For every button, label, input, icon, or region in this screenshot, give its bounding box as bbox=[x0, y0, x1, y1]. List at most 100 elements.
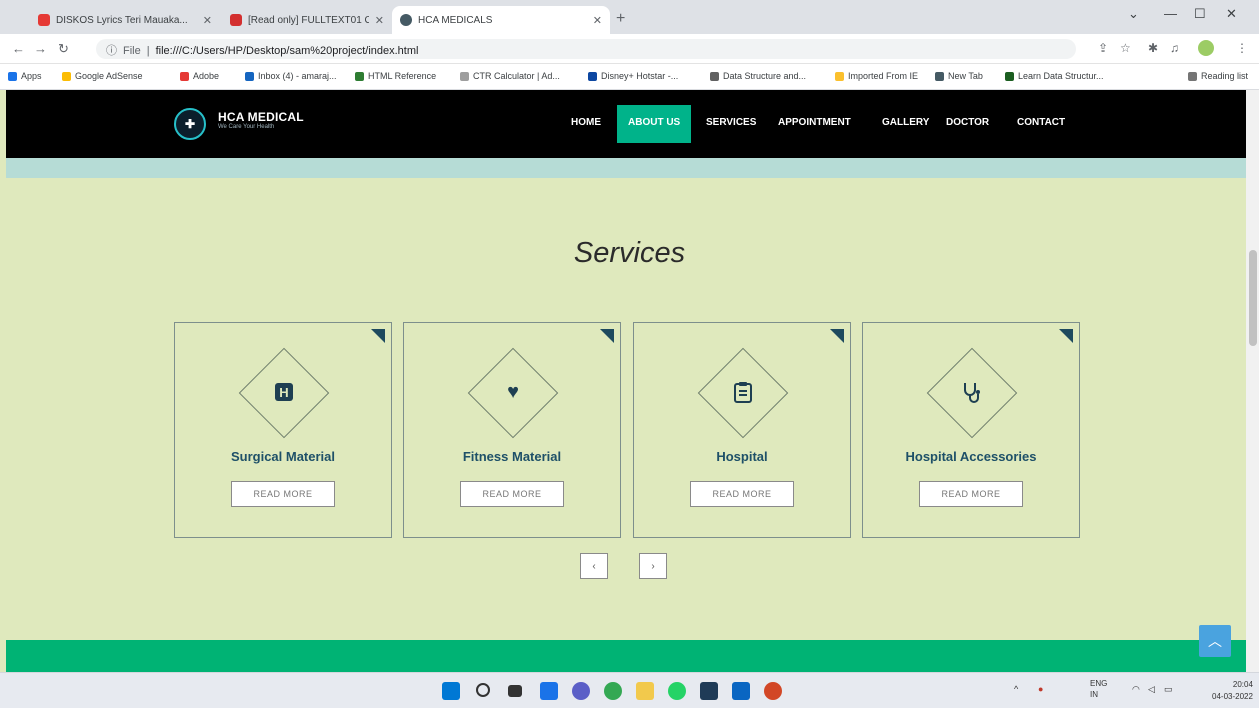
bookmark-icon bbox=[62, 71, 71, 81]
hospital-h-icon: H bbox=[269, 375, 299, 409]
service-title: Fitness Material bbox=[462, 449, 562, 464]
reload-button[interactable]: ↻ bbox=[58, 41, 69, 57]
info-icon: ⓘ bbox=[106, 45, 117, 57]
nav-services[interactable]: SERVICES bbox=[706, 117, 756, 128]
widgets-icon[interactable] bbox=[540, 682, 558, 700]
window-close-button[interactable]: ✕ bbox=[1226, 6, 1237, 22]
site-navbar: ✚ HCA MEDICAL We Care Your Health HOME A… bbox=[6, 90, 1246, 158]
taskbar-clock[interactable]: 20:04 04-03-2022 bbox=[1212, 679, 1253, 703]
powerpoint-icon[interactable] bbox=[764, 682, 782, 700]
heart-icon: ♥ bbox=[507, 380, 519, 403]
url-prefix: File bbox=[123, 45, 141, 57]
read-more-button[interactable]: READ MORE bbox=[460, 481, 564, 507]
section-title: Services bbox=[573, 237, 686, 269]
task-view-icon[interactable] bbox=[508, 685, 522, 697]
volume-icon[interactable]: ◁ bbox=[1148, 684, 1155, 695]
nav-contact[interactable]: CONTACT bbox=[1017, 117, 1065, 128]
close-icon[interactable]: ✕ bbox=[203, 14, 212, 27]
read-more-button[interactable]: READ MORE bbox=[690, 481, 794, 507]
bookmark[interactable]: Adobe bbox=[180, 71, 219, 81]
browser-tab[interactable]: [Read only] FULLTEXT01 Cooper... ✕ bbox=[222, 6, 392, 34]
bookmark[interactable]: Disney+ Hotstar -... bbox=[588, 71, 678, 81]
bookmark-icon bbox=[460, 71, 469, 81]
star-icon[interactable]: ☆ bbox=[1120, 41, 1131, 55]
scrollbar-track[interactable] bbox=[1246, 90, 1259, 672]
file-explorer-icon[interactable] bbox=[636, 682, 654, 700]
service-title: Hospital bbox=[716, 449, 768, 464]
maximize-button[interactable]: ☐ bbox=[1194, 6, 1206, 22]
clock-time: 20:04 bbox=[1232, 680, 1253, 689]
start-icon[interactable] bbox=[442, 682, 460, 700]
read-more-button[interactable]: READ MORE bbox=[919, 481, 1023, 507]
battery-icon[interactable]: ▭ bbox=[1164, 684, 1173, 695]
bookmark[interactable]: New Tab bbox=[935, 71, 983, 81]
service-title: Surgical Material bbox=[230, 449, 336, 464]
logo-icon[interactable]: ✚ bbox=[174, 108, 206, 140]
nav-home[interactable]: HOME bbox=[571, 117, 601, 128]
url-input[interactable]: ⓘ File | file:///C:/Users/HP/Desktop/sam%20… bbox=[96, 39, 1076, 59]
bookmark[interactable]: HTML Reference bbox=[355, 71, 436, 81]
chrome-icon[interactable] bbox=[604, 682, 622, 700]
tab-title: [Read only] FULLTEXT01 Cooper... bbox=[248, 14, 369, 26]
tab-search-icon[interactable]: ⌄ bbox=[1128, 6, 1139, 22]
chat-icon[interactable] bbox=[572, 682, 590, 700]
carousel-prev-button[interactable]: ‹ bbox=[580, 553, 608, 579]
bookmark[interactable]: Google AdSense bbox=[62, 71, 143, 81]
language-indicator[interactable]: ENG IN bbox=[1090, 678, 1107, 700]
bookmark[interactable]: Apps bbox=[8, 71, 42, 81]
read-more-button[interactable]: READ MORE bbox=[231, 481, 335, 507]
nav-gallery[interactable]: GALLERY bbox=[882, 117, 929, 128]
scroll-to-top-button[interactable]: ︿ bbox=[1199, 625, 1231, 657]
youtube-icon bbox=[38, 14, 50, 26]
reading-list-icon bbox=[1188, 71, 1197, 81]
mail-icon[interactable] bbox=[732, 682, 750, 700]
nav-doctor[interactable]: DOCTOR bbox=[946, 117, 989, 128]
bookmark[interactable]: Inbox (4) - amaraj... bbox=[245, 71, 337, 81]
forward-button[interactable]: → bbox=[34, 41, 47, 56]
clipboard-icon-svg bbox=[734, 382, 752, 403]
bookmark[interactable]: Learn Data Structur... bbox=[1005, 71, 1104, 81]
bookmark-icon bbox=[180, 71, 189, 81]
minimize-button[interactable]: — bbox=[1164, 6, 1177, 21]
search-icon[interactable] bbox=[476, 683, 490, 697]
wifi-icon[interactable]: ◠ bbox=[1132, 684, 1140, 695]
gmail-icon bbox=[245, 71, 254, 81]
browser-tab[interactable]: DISKOS Lyrics Teri Mauaka... ✕ bbox=[30, 6, 220, 34]
extensions-icon[interactable]: ✱ bbox=[1148, 41, 1158, 55]
new-tab-button[interactable]: + bbox=[616, 10, 625, 28]
whatsapp-icon[interactable] bbox=[668, 682, 686, 700]
media-icon[interactable]: ♫ bbox=[1170, 41, 1179, 55]
chevron-up-icon: ︿ bbox=[1208, 633, 1222, 649]
address-bar-row: ← → ↻ ⓘ File | file:///C:/Users/HP/Desktop/… bbox=[0, 34, 1259, 64]
logo-title[interactable]: HCA MEDICAL bbox=[218, 110, 304, 124]
bookmark[interactable]: Imported From IE bbox=[835, 71, 918, 81]
windows-taskbar: ^ ● ENG IN ◠ ◁ ▭ 20:04 04-03-2022 bbox=[0, 672, 1259, 708]
avatar[interactable] bbox=[1198, 40, 1214, 56]
chevron-up-icon[interactable]: ^ bbox=[1014, 684, 1018, 694]
antivirus-icon[interactable]: ● bbox=[1038, 684, 1043, 694]
globe-icon bbox=[400, 14, 412, 26]
corner-triangle-icon bbox=[600, 329, 614, 343]
bookmark[interactable]: Data Structure and... bbox=[710, 71, 806, 81]
carousel-next-button[interactable]: › bbox=[639, 553, 667, 579]
bookmark-icon bbox=[1005, 71, 1014, 81]
back-button[interactable]: ← bbox=[12, 41, 25, 56]
scrollbar-thumb[interactable] bbox=[1249, 250, 1257, 346]
stethoscope-icon bbox=[957, 375, 987, 409]
stethoscope-icon-svg bbox=[964, 383, 980, 403]
nav-appointment[interactable]: APPOINTMENT bbox=[778, 117, 851, 128]
share-icon[interactable]: ⇪ bbox=[1098, 41, 1108, 55]
close-icon[interactable]: ✕ bbox=[593, 14, 602, 27]
store-icon[interactable] bbox=[700, 682, 718, 700]
browser-tab-active[interactable]: HCA MEDICALS ✕ bbox=[392, 6, 610, 34]
nav-about-us[interactable]: ABOUT US bbox=[617, 105, 692, 143]
bookmark[interactable]: Reading list bbox=[1188, 71, 1248, 81]
bookmark[interactable]: CTR Calculator | Ad... bbox=[460, 71, 560, 81]
menu-icon[interactable]: ⋮ bbox=[1236, 41, 1248, 55]
close-icon[interactable]: ✕ bbox=[375, 14, 384, 27]
service-card: Hospital READ MORE bbox=[633, 322, 851, 538]
bookmarks-bar: Apps Google AdSense Adobe Inbox (4) - am… bbox=[0, 64, 1259, 90]
corner-triangle-icon bbox=[830, 329, 844, 343]
service-card: ♥ Fitness Material READ MORE bbox=[403, 322, 621, 538]
apps-icon bbox=[8, 71, 17, 81]
